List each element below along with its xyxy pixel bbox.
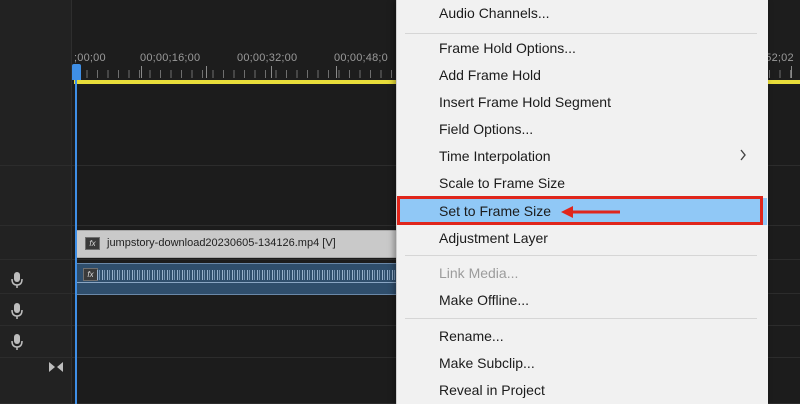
menu-item-make-offline[interactable]: Make Offline...: [398, 287, 767, 314]
mix-track-icon[interactable]: [48, 360, 64, 374]
playhead-line[interactable]: [75, 80, 77, 404]
menu-item-label: Time Interpolation: [439, 148, 551, 164]
menu-separator: [405, 318, 757, 319]
menu-item-audio-channels[interactable]: Audio Channels...: [398, 0, 767, 27]
audio-waveform: [97, 270, 415, 280]
microphone-icon[interactable]: [10, 302, 24, 320]
menu-item-label: Reveal in Project: [439, 382, 545, 398]
menu-item-label: Audio Channels...: [439, 5, 550, 21]
menu-item-rename[interactable]: Rename...: [398, 323, 767, 350]
menu-item-label: Make Offline...: [439, 292, 530, 308]
playhead-handle[interactable]: [72, 64, 81, 80]
menu-item-scale-to-frame-size[interactable]: Scale to Frame Size: [398, 170, 767, 197]
fx-badge[interactable]: fx: [85, 237, 100, 250]
menu-item-field-options[interactable]: Field Options...: [398, 116, 767, 143]
menu-item-label: Adjustment Layer: [439, 230, 548, 246]
menu-item-reveal-in-project[interactable]: Reveal in Project: [398, 377, 767, 404]
menu-item-label: Field Options...: [439, 121, 534, 137]
menu-item-adjustment-layer[interactable]: Adjustment Layer: [398, 225, 767, 252]
menu-separator: [405, 255, 757, 256]
clip-name: jumpstory-download20230605-134126.mp4 [V…: [107, 237, 336, 249]
microphone-icon[interactable]: [10, 333, 24, 351]
menu-item-label: Rename...: [439, 328, 504, 344]
timecode-label: ;00;00: [74, 52, 106, 64]
red-arrow-left-icon: [561, 206, 620, 218]
video-clip[interactable]: fx jumpstory-download20230605-134126.mp4…: [76, 230, 416, 258]
menu-item-label: Add Frame Hold: [439, 67, 541, 83]
menu-item-label: Frame Hold Options...: [439, 40, 576, 56]
menu-item-label: Set to Frame Size: [439, 203, 552, 219]
menu-item-label: Scale to Frame Size: [439, 175, 566, 191]
waveform-centerline: [77, 282, 415, 283]
timecode-label: 00;00;32;00: [237, 52, 298, 64]
menu-item-add-frame-hold[interactable]: Add Frame Hold: [398, 62, 767, 89]
menu-item-insert-frame-hold-segment[interactable]: Insert Frame Hold Segment: [398, 89, 767, 116]
fx-badge[interactable]: fx: [83, 268, 98, 281]
menu-item-frame-hold-options[interactable]: Frame Hold Options...: [398, 35, 767, 62]
chevron-right-icon: [740, 149, 746, 161]
timecode-label: 00;00;48;0: [334, 52, 388, 64]
menu-item-label: Insert Frame Hold Segment: [439, 94, 611, 110]
menu-item-link-media: Link Media...: [398, 260, 767, 287]
menu-item-label: Link Media...: [439, 265, 519, 281]
menu-item-label: Make Subclip...: [439, 355, 535, 371]
audio-clip[interactable]: fx: [76, 263, 416, 295]
menu-item-make-subclip[interactable]: Make Subclip...: [398, 350, 767, 377]
context-menu: Audio Channels... Frame Hold Options... …: [396, 0, 768, 404]
microphone-icon[interactable]: [10, 271, 24, 289]
timecode-label: 00;00;16;00: [140, 52, 201, 64]
menu-separator: [405, 33, 757, 34]
menu-item-time-interpolation[interactable]: Time Interpolation: [398, 143, 767, 170]
